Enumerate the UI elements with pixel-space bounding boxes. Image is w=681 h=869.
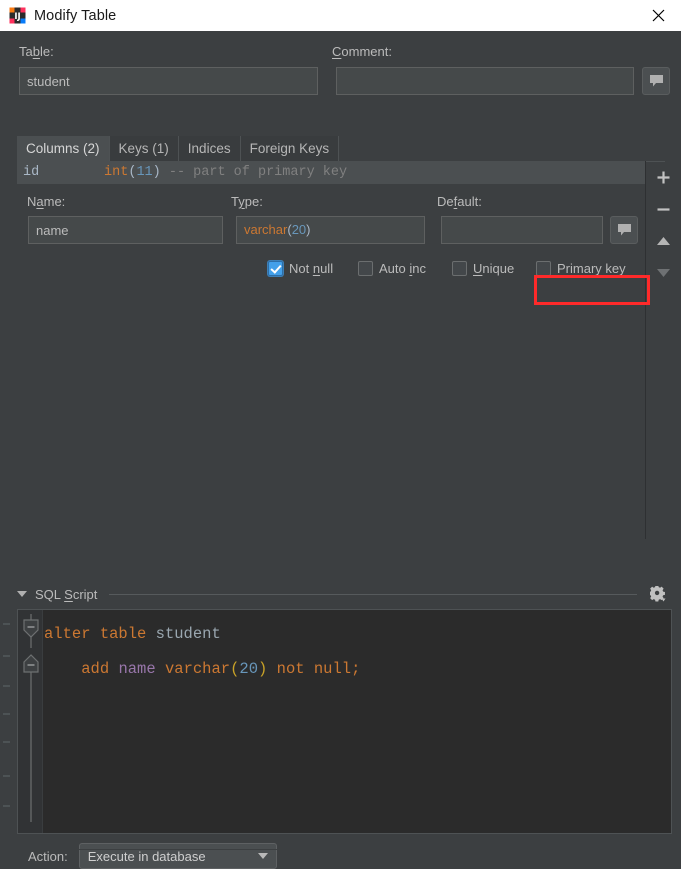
auto-inc-label: Auto inc	[379, 260, 426, 276]
sql-kw-varchar: varchar	[164, 660, 231, 678]
sql-kw-alter: alter	[44, 625, 91, 643]
tab-columns-label: Columns (2)	[26, 141, 100, 156]
tab-columns[interactable]: Columns (2)	[17, 136, 110, 161]
column-row-name: id	[23, 165, 40, 180]
window-title: Modify Table	[34, 7, 117, 24]
primary-key-label: Primary key	[557, 260, 626, 276]
table-comment-input[interactable]	[336, 67, 634, 95]
plus-icon[interactable]	[646, 161, 681, 193]
column-editor: Name: Type: Default: varchar(20) Not nul…	[17, 184, 645, 281]
primary-key-checkbox[interactable]: Primary key	[536, 255, 626, 281]
default-label: Default:	[437, 194, 482, 209]
checkbox-box	[536, 260, 551, 276]
columns-toolbar	[646, 161, 681, 539]
columns-panel: id int(11) -- part of primary key Name: …	[17, 161, 650, 539]
comment-label: Comment:	[332, 44, 392, 59]
intellij-idea-icon: IJ	[9, 7, 26, 24]
column-type-keyword: varchar	[244, 222, 288, 237]
title-bar: IJ Modify Table	[0, 0, 681, 32]
sql-paren-close: )	[258, 660, 268, 678]
sql-kw-add: add	[81, 660, 110, 678]
not-null-checkbox[interactable]: Not null	[268, 255, 333, 281]
gear-icon[interactable]	[647, 583, 669, 605]
type-label: Type:	[231, 194, 263, 209]
column-type-input[interactable]: varchar(20)	[236, 216, 425, 244]
action-label: Action:	[28, 848, 68, 864]
code-folding-markers[interactable]	[20, 614, 42, 824]
sql-script-title[interactable]: SQL Script	[35, 587, 97, 602]
action-dropdown[interactable]: Execute in database	[78, 843, 277, 869]
sql-paren-open: (	[230, 660, 240, 678]
column-row-comment: -- part of primary key	[168, 165, 348, 180]
sql-table-ident: student	[155, 625, 221, 643]
auto-inc-checkbox[interactable]: Auto inc	[358, 255, 426, 281]
speech-bubble-icon[interactable]	[610, 216, 638, 244]
tab-indices-label: Indices	[187, 141, 231, 156]
checkbox-box	[452, 260, 467, 276]
tab-foreign-keys-label: Foreign Keys	[249, 141, 330, 156]
svg-text:IJ: IJ	[14, 12, 20, 22]
sql-kw-not: not	[276, 660, 305, 678]
separator-line	[109, 593, 637, 595]
table-label: Table:	[19, 44, 54, 59]
table-comment-row: Table: Comment:	[17, 44, 670, 96]
close-icon[interactable]	[635, 0, 681, 31]
column-row-type-length: 11	[136, 165, 153, 180]
unique-checkbox[interactable]: Unique	[452, 255, 514, 281]
arrow-up-icon[interactable]	[646, 225, 681, 257]
sql-code[interactable]: alter table student add name varchar(20)…	[44, 617, 671, 687]
chevron-down-icon[interactable]	[17, 591, 27, 597]
name-label: Name:	[27, 194, 66, 209]
chevron-down-icon	[257, 853, 268, 859]
sql-editor[interactable]: alter table student add name varchar(20)…	[17, 609, 672, 834]
dialog-body: Table: Comment: Columns (2) Keys (1) Ind…	[0, 31, 681, 869]
editor-gutter[interactable]	[18, 610, 43, 833]
checkbox-box	[268, 260, 283, 276]
action-row: Action: Execute in database	[28, 843, 277, 869]
tab-foreign-keys[interactable]: Foreign Keys	[240, 136, 340, 161]
tab-indices[interactable]: Indices	[178, 136, 241, 161]
table-name-input[interactable]	[19, 67, 318, 95]
column-name-input[interactable]	[28, 216, 223, 244]
tab-keys-label: Keys (1)	[118, 141, 169, 156]
speech-bubble-icon[interactable]	[642, 67, 670, 95]
editor-left-strip	[0, 609, 16, 834]
column-flags-row: Not null Auto inc Unique Primary key	[17, 255, 645, 281]
table-row[interactable]: id int(11) -- part of primary key	[17, 161, 645, 184]
sql-kw-table: table	[99, 625, 147, 643]
column-default-input[interactable]	[441, 216, 603, 244]
column-type-paren-close: )	[306, 222, 311, 237]
column-row-type-keyword: int	[104, 165, 129, 180]
not-null-label: Not null	[289, 260, 334, 276]
sql-kw-null: null;	[313, 660, 361, 678]
sql-column-ident: name	[118, 660, 156, 678]
tab-filler	[339, 136, 665, 161]
tab-keys[interactable]: Keys (1)	[109, 136, 179, 161]
sql-script-header: SQL Script	[17, 583, 669, 605]
action-dropdown-value: Execute in database	[87, 848, 206, 864]
sql-length: 20	[239, 660, 259, 678]
checkbox-box	[358, 260, 373, 276]
arrow-down-icon[interactable]	[646, 257, 681, 289]
column-type-length: 20	[291, 222, 307, 237]
unique-label: Unique	[473, 260, 515, 276]
minus-icon[interactable]	[646, 193, 681, 225]
tab-bar: Columns (2) Keys (1) Indices Foreign Key…	[17, 135, 665, 162]
